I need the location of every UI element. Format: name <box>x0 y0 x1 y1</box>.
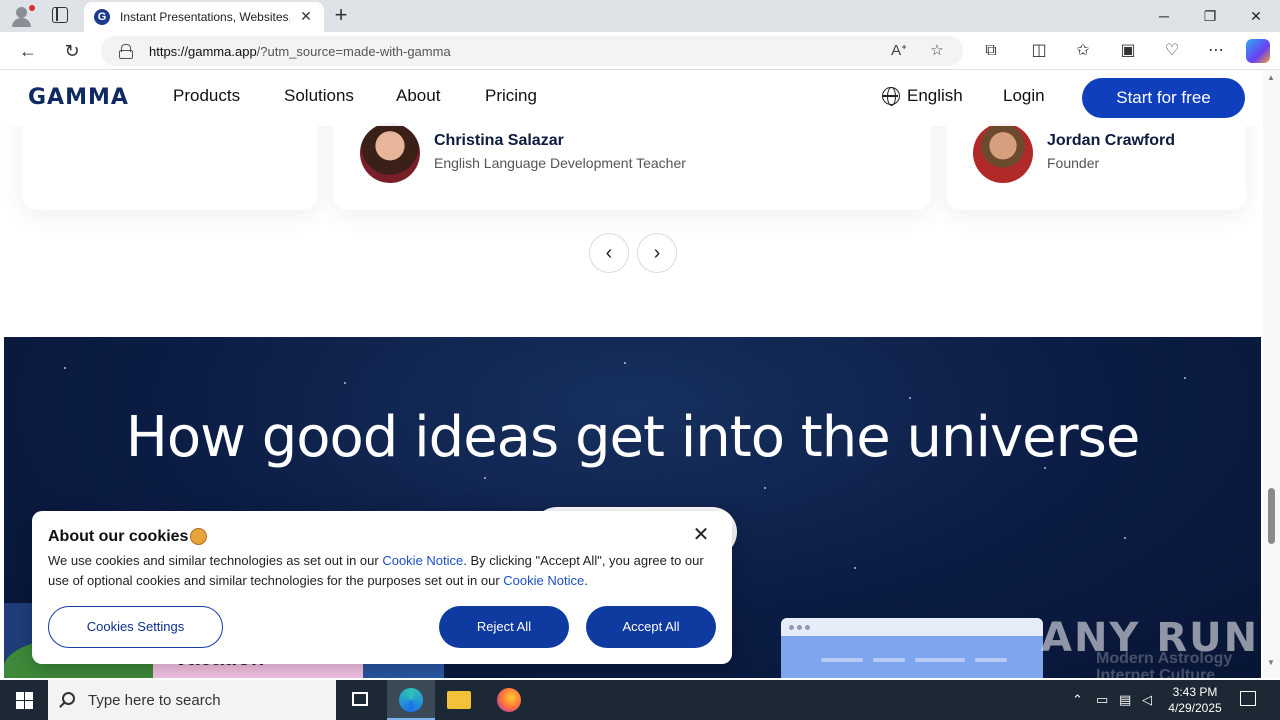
new-tab-icon[interactable]: + <box>330 4 352 26</box>
nav-solutions[interactable]: Solutions <box>284 86 354 106</box>
cookie-notice-link[interactable]: Cookie Notice <box>503 573 584 588</box>
browser-tab-bar: G Instant Presentations, Websites, & ✕ +… <box>0 0 1280 32</box>
extensions-icon[interactable]: ⧉ <box>980 40 1002 62</box>
nav-products[interactable]: Products <box>173 86 240 106</box>
lock-icon[interactable] <box>119 44 133 59</box>
task-view-icon[interactable] <box>336 680 384 720</box>
start-for-free-button[interactable]: Start for free <box>1082 78 1245 118</box>
tab-actions-icon[interactable] <box>52 7 68 23</box>
split-screen-icon[interactable]: ◫ <box>1028 40 1050 62</box>
person-role: English Language Development Teacher <box>434 155 686 171</box>
gamma-favicon-icon: G <box>94 9 110 25</box>
firefox-icon[interactable] <box>485 680 533 720</box>
favorites-icon[interactable]: ✩ <box>1072 40 1094 62</box>
profile-icon[interactable] <box>10 5 35 27</box>
windows-taskbar: Type here to search ⌃ ▭ ▤ ◁ 3:43 PM 4/29… <box>0 680 1280 720</box>
search-placeholder: Type here to search <box>88 692 221 709</box>
back-icon[interactable]: ← <box>16 39 40 63</box>
person-role: Founder <box>1047 155 1100 171</box>
refresh-icon[interactable]: ↻ <box>60 39 84 63</box>
url-text: https://gamma.app/?utm_source=made-with-… <box>149 44 451 59</box>
taskbar-clock[interactable]: 3:43 PM 4/29/2025 <box>1162 684 1228 716</box>
close-window-icon[interactable]: ✕ <box>1236 4 1276 28</box>
globe-icon[interactable] <box>882 87 900 106</box>
avatar <box>973 123 1033 183</box>
volume-icon[interactable]: ◁ <box>1142 692 1152 708</box>
scroll-up-icon[interactable]: ▲ <box>1267 73 1275 82</box>
address-bar-row: ← ↻ https://gamma.app/?utm_source=made-w… <box>0 32 1280 70</box>
notification-icon[interactable] <box>1240 691 1256 706</box>
page-viewport: Christina Salazar English Language Devel… <box>0 70 1280 678</box>
scroll-down-icon[interactable]: ▼ <box>1267 658 1275 667</box>
chevron-up-icon[interactable]: ⌃ <box>1072 692 1083 708</box>
collections-icon[interactable]: ▣ <box>1117 40 1139 62</box>
tab-title: Instant Presentations, Websites, & <box>120 10 290 24</box>
nav-about[interactable]: About <box>396 86 440 106</box>
windows-start-icon[interactable] <box>0 680 48 720</box>
nav-pricing[interactable]: Pricing <box>485 86 537 106</box>
taskbar-search-input[interactable]: Type here to search <box>48 680 336 720</box>
search-icon <box>62 692 75 705</box>
performance-icon[interactable]: ♡ <box>1161 40 1183 62</box>
mock-window-preview <box>781 618 1043 678</box>
site-header: GAMMA Products Solutions About Pricing E… <box>0 70 1262 126</box>
copilot-icon[interactable] <box>1246 39 1270 63</box>
login-link[interactable]: Login <box>1003 86 1045 106</box>
minimize-icon[interactable]: ─ <box>1144 4 1184 28</box>
address-input[interactable]: https://gamma.app/?utm_source=made-with-… <box>101 36 963 66</box>
accept-all-button[interactable]: Accept All <box>586 606 716 648</box>
language-selector[interactable]: English <box>907 86 963 106</box>
file-explorer-icon[interactable] <box>435 680 483 720</box>
cookie-emoji-icon <box>190 528 207 545</box>
close-icon[interactable]: ✕ <box>298 8 314 24</box>
avatar <box>360 123 420 183</box>
reject-all-button[interactable]: Reject All <box>439 606 569 648</box>
page-scrollbar[interactable]: ▲ ▼ <box>1263 70 1280 678</box>
edge-icon[interactable] <box>387 680 435 720</box>
cookie-banner: About our cookies ✕ We use cookies and s… <box>32 511 732 664</box>
anyrun-watermark: ANY RUN Modern Astrology Internet Cultur… <box>1041 615 1260 678</box>
gamma-logo[interactable]: GAMMA <box>28 85 129 110</box>
browser-tab[interactable]: G Instant Presentations, Websites, & ✕ <box>84 2 324 32</box>
network-icon[interactable]: ▤ <box>1119 692 1131 708</box>
restore-icon[interactable]: ❐ <box>1190 4 1230 28</box>
cookie-title: About our cookies <box>48 528 189 545</box>
read-aloud-icon[interactable]: Aᐩ <box>889 41 909 61</box>
person-name: Jordan Crawford <box>1047 132 1176 149</box>
favorite-icon[interactable]: ☆ <box>927 41 947 61</box>
chevron-left-icon[interactable]: ‹ <box>589 233 629 273</box>
more-icon[interactable]: ⋯ <box>1205 40 1227 62</box>
chevron-right-icon[interactable]: › <box>637 233 677 273</box>
device-icon[interactable]: ▭ <box>1096 692 1108 708</box>
cookie-text: We use cookies and similar technologies … <box>48 553 704 588</box>
person-name: Christina Salazar <box>434 132 564 149</box>
close-icon[interactable]: ✕ <box>690 523 712 545</box>
hero-title: How good ideas get into the universe <box>125 405 1141 470</box>
scroll-thumb[interactable] <box>1268 488 1275 544</box>
cookie-notice-link[interactable]: Cookie Notice <box>382 553 463 568</box>
cookies-settings-button[interactable]: Cookies Settings <box>48 606 223 648</box>
